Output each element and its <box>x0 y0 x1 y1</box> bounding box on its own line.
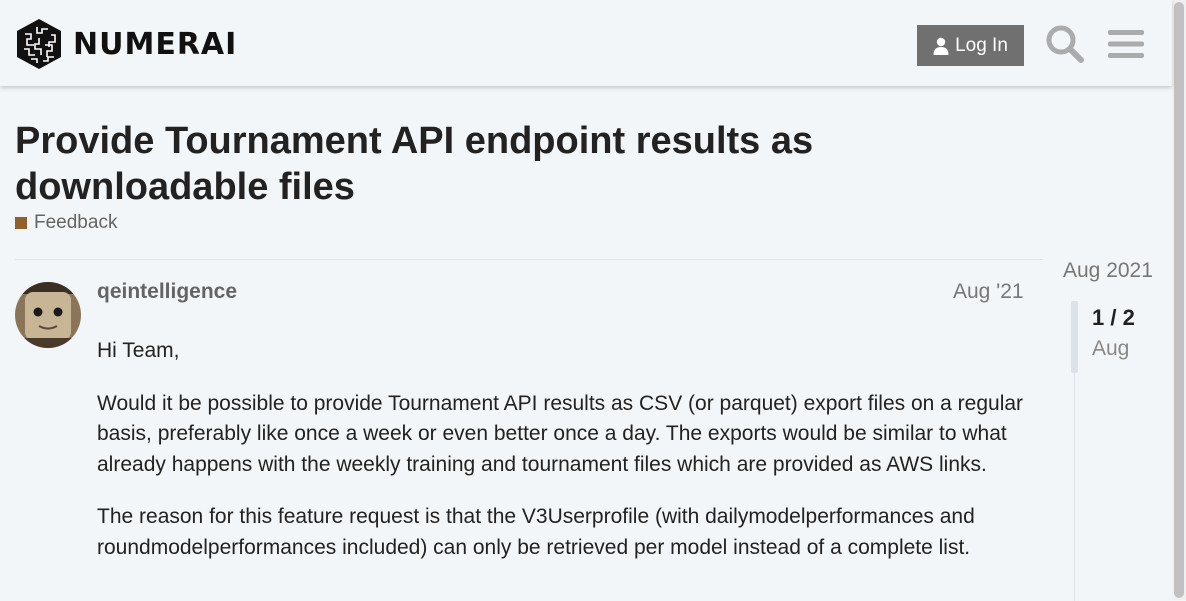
timeline-current-date: Aug <box>1092 337 1130 360</box>
site-header: NUMERAI Log In <box>0 0 1172 86</box>
numerai-logo[interactable]: NUMERAI <box>15 18 237 70</box>
post-username[interactable]: qeintelligence <box>97 280 237 304</box>
scrollbar-thumb[interactable] <box>1174 2 1184 598</box>
user-icon <box>933 37 949 55</box>
timeline-position: 1 / 2 <box>1092 305 1135 330</box>
category-color-square <box>15 217 27 229</box>
post-paragraph: Would it be possible to provide Tourname… <box>97 391 1024 476</box>
timeline-start-date[interactable]: Aug 2021 <box>1063 259 1153 283</box>
search-button[interactable] <box>1043 22 1087 66</box>
login-button[interactable]: Log In <box>917 25 1024 66</box>
post-body: Hi Team, Would it be possible to provide… <box>97 336 1037 585</box>
logo-text: NUMERAI <box>73 26 238 62</box>
login-label: Log In <box>955 34 1008 56</box>
post-paragraph: The reason for this feature request is t… <box>97 505 975 559</box>
category-label: Feedback <box>34 212 118 233</box>
category-badge[interactable]: Feedback <box>15 212 117 234</box>
avatar[interactable] <box>15 282 81 348</box>
search-icon <box>1046 25 1084 63</box>
topic-divider <box>15 259 1043 260</box>
post-date[interactable]: Aug '21 <box>953 280 1024 304</box>
topic-title: Provide Tournament API endpoint results … <box>15 120 814 208</box>
post-paragraph: Hi Team, <box>97 339 180 362</box>
page-scrollbar[interactable] <box>1172 0 1186 600</box>
hamburger-menu-button[interactable] <box>1104 22 1148 66</box>
hamburger-menu-icon <box>1108 30 1144 58</box>
timeline-scroll-handle[interactable] <box>1071 301 1078 373</box>
numerai-logo-icon <box>17 19 61 69</box>
avatar-image <box>15 282 81 348</box>
